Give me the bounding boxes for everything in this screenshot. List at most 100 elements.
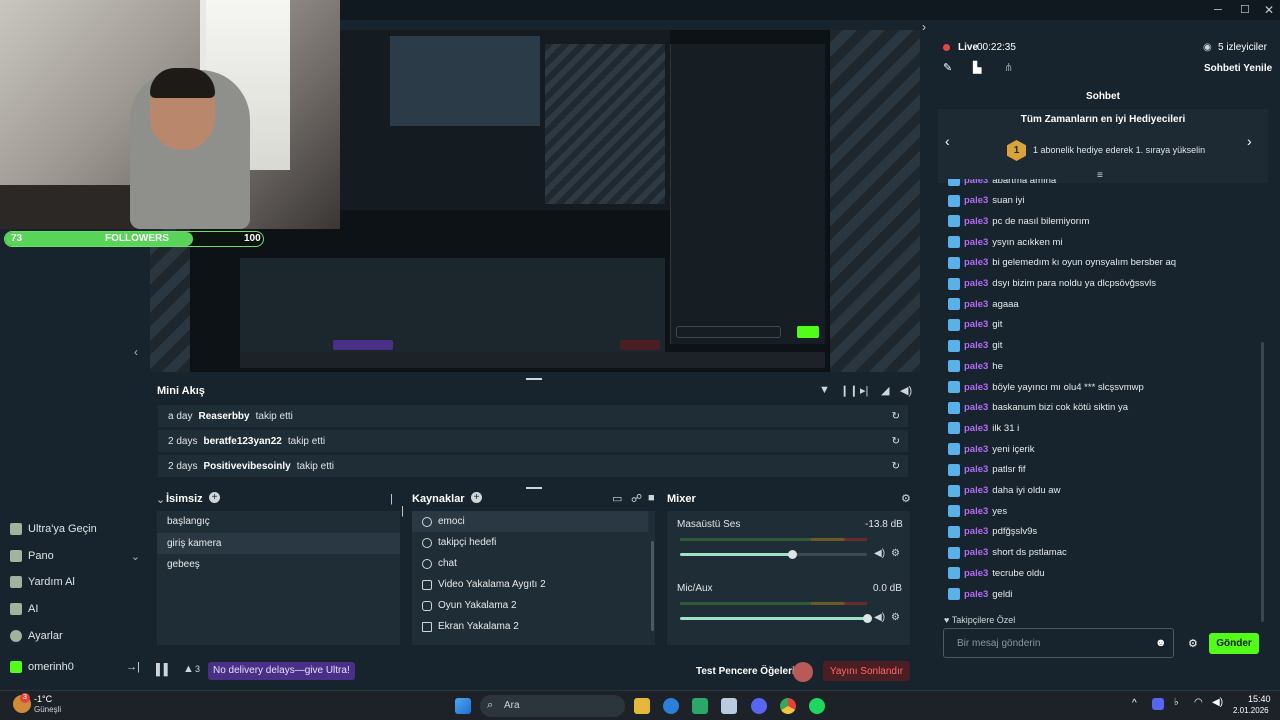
microphone-icon[interactable]: ♭: [1174, 697, 1179, 708]
scene-item[interactable]: gebeeş: [157, 554, 400, 575]
close-icon[interactable]: ✕: [1264, 3, 1274, 17]
replay-icon[interactable]: ↻: [892, 436, 900, 447]
chat-username[interactable]: pale3: [964, 361, 988, 372]
chat-username[interactable]: pale3: [964, 423, 988, 434]
chat-message: pale3 patlsr fif: [948, 461, 1026, 479]
clock-date[interactable]: 2.01.2026: [1233, 706, 1269, 715]
mixer-slider-knob[interactable]: [863, 614, 872, 623]
maximize-icon[interactable]: ☐: [1240, 3, 1250, 16]
nav-item-ultra[interactable]: Ultra'ya Geçin: [10, 518, 140, 540]
chrome-icon[interactable]: [780, 698, 796, 714]
scene-item[interactable]: başlangıç: [157, 511, 400, 532]
skip-icon[interactable]: ▸|: [860, 384, 868, 397]
filter-icon[interactable]: ▼: [819, 384, 830, 396]
sources-scrollbar[interactable]: [651, 541, 654, 631]
spotify-icon[interactable]: [809, 698, 825, 714]
app-icon[interactable]: [721, 698, 737, 714]
scene-item[interactable]: giriş kamera: [157, 533, 400, 554]
tray-app-icon[interactable]: [1152, 698, 1164, 710]
nav-item-settings[interactable]: Ayarlar: [10, 625, 140, 647]
nav-item-user[interactable]: omerinh0 →|: [10, 656, 140, 678]
chat-scrollbar[interactable]: [1261, 342, 1264, 622]
test-widgets-label[interactable]: Test Pencere Öğeleri: [696, 666, 795, 677]
channel-gear-icon[interactable]: ⚙: [891, 612, 900, 623]
chat-username[interactable]: pale3: [964, 195, 988, 206]
chat-username[interactable]: pale3: [964, 278, 988, 289]
chat-username[interactable]: pale3: [964, 444, 988, 455]
chat-username[interactable]: pale3: [964, 340, 988, 351]
chat-username[interactable]: pale3: [964, 547, 988, 558]
clip-icon[interactable]: ▙: [973, 61, 981, 74]
chat-username[interactable]: pale3: [964, 485, 988, 496]
test-widgets-icon[interactable]: [793, 662, 813, 682]
chat-username[interactable]: pale3: [964, 179, 988, 186]
chat-username[interactable]: pale3: [964, 589, 988, 600]
chat-username[interactable]: pale3: [964, 402, 988, 413]
gear-icon[interactable]: ⚙: [901, 492, 911, 505]
collapse-left-icon[interactable]: ‹: [134, 345, 138, 359]
chat-username[interactable]: pale3: [964, 257, 988, 268]
chat-username[interactable]: pale3: [964, 506, 988, 517]
chevron-down-icon[interactable]: ⌄: [156, 493, 165, 506]
chat-username[interactable]: pale3: [964, 464, 988, 475]
wifi-icon[interactable]: ◠: [1194, 697, 1203, 708]
source-item[interactable]: emoci: [412, 511, 648, 532]
source-item[interactable]: Video Yakalama Aygıtı 2: [412, 574, 648, 595]
file-explorer-icon[interactable]: [634, 698, 650, 714]
tray-chevron-icon[interactable]: ^: [1132, 698, 1137, 709]
end-stream-button[interactable]: Yayını Sonlandır: [823, 661, 910, 681]
windows-start-icon[interactable]: [455, 698, 471, 714]
source-item[interactable]: takipçi hedefi: [412, 532, 648, 553]
discord-icon[interactable]: [751, 698, 767, 714]
send-button[interactable]: Gönder: [1209, 633, 1259, 654]
pause-icon[interactable]: ❙❙: [840, 384, 858, 397]
add-source-icon[interactable]: +: [471, 492, 482, 503]
edit-icon[interactable]: ✎: [943, 61, 952, 74]
nav-item-ai[interactable]: AI: [10, 598, 140, 620]
add-scene-icon[interactable]: +: [209, 492, 220, 503]
ultra-notice[interactable]: No delivery delays—give Ultra!: [208, 662, 355, 680]
chat-username[interactable]: pale3: [964, 526, 988, 537]
speaker-icon[interactable]: ◀): [874, 548, 885, 559]
folder-icon[interactable]: ■: [648, 492, 655, 504]
emoji-icon[interactable]: ☻: [1155, 637, 1167, 649]
chat-input[interactable]: Bir mesaj gönderin ☻: [943, 628, 1174, 658]
chevron-right-icon[interactable]: ›: [1247, 133, 1252, 149]
event-time: 2 days: [168, 460, 198, 472]
replay-icon[interactable]: ↻: [892, 411, 900, 422]
source-filter-icon[interactable]: ☍: [631, 492, 642, 505]
share-icon[interactable]: ⋔: [1004, 61, 1013, 74]
taskbar-search[interactable]: ⌕ Ara: [480, 695, 625, 717]
replay-icon[interactable]: ↻: [892, 461, 900, 472]
nav-item-pano[interactable]: Pano ⌄: [10, 545, 140, 567]
tts-icon[interactable]: ◢: [881, 384, 889, 397]
source-item[interactable]: Ekran Yakalama 2: [412, 616, 648, 637]
channel-gear-icon[interactable]: ⚙: [891, 548, 900, 559]
mixer-slider-knob[interactable]: [788, 550, 798, 559]
source-item[interactable]: Oyun Yakalama 2: [412, 595, 648, 616]
volume-icon[interactable]: ◀): [900, 384, 912, 397]
source-settings-icon[interactable]: ▭: [612, 492, 622, 505]
source-item[interactable]: chat: [412, 553, 648, 574]
expand-right-icon[interactable]: ›: [922, 20, 926, 34]
minimize-icon[interactable]: ─: [1214, 4, 1222, 16]
chevron-left-icon[interactable]: ‹: [945, 133, 950, 149]
chat-settings-icon[interactable]: ⚙: [1188, 637, 1198, 650]
resize-handle[interactable]: [526, 487, 542, 489]
edge-icon[interactable]: [663, 698, 679, 714]
volume-tray-icon[interactable]: ◀): [1212, 697, 1223, 708]
chat-username[interactable]: pale3: [964, 216, 988, 227]
chat-username[interactable]: pale3: [964, 299, 988, 310]
chat-text: suan iyi: [992, 195, 1025, 207]
chat-username[interactable]: pale3: [964, 568, 988, 579]
clock-time[interactable]: 15:40: [1248, 694, 1271, 704]
chat-username[interactable]: pale3: [964, 382, 988, 393]
refresh-chat-button[interactable]: Sohbeti Yenile: [1204, 63, 1272, 74]
stats-icon[interactable]: ▌▌: [156, 664, 172, 676]
speaker-icon[interactable]: ◀): [874, 612, 885, 623]
chat-username[interactable]: pale3: [964, 237, 988, 248]
nav-item-help[interactable]: Yardım Al: [10, 571, 140, 593]
chat-username[interactable]: pale3: [964, 319, 988, 330]
kick-studio-icon[interactable]: [692, 698, 708, 714]
alert-icon[interactable]: ▲: [183, 663, 194, 675]
